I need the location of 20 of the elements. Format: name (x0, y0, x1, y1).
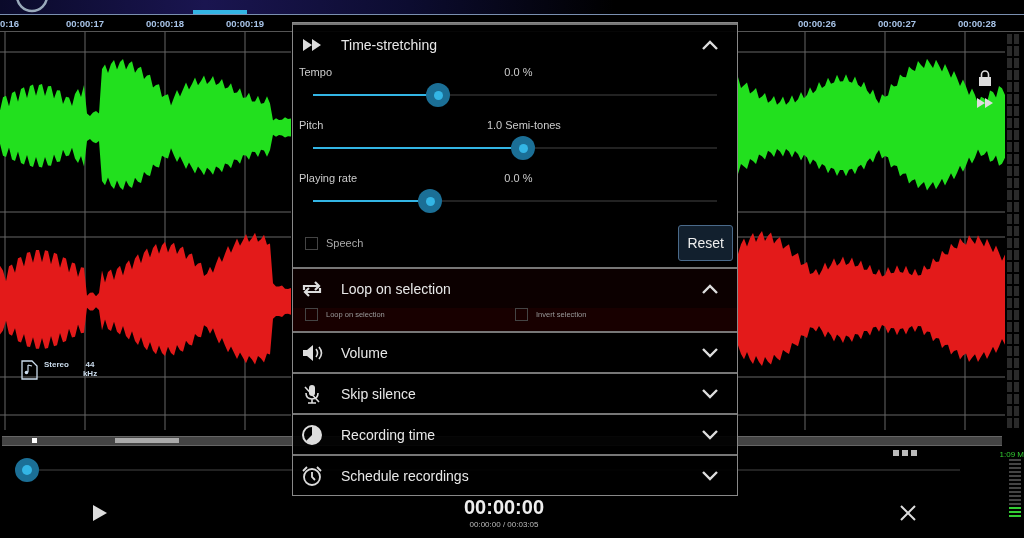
time-detail: 00:00:00 / 00:03:05 (469, 520, 539, 529)
time-label: 00:00:17 (65, 17, 105, 29)
slider-value: 0.0 % (504, 172, 533, 184)
sample-rate-unit: kHz (82, 369, 98, 378)
channel-mode-label: Stereo (44, 360, 69, 369)
elapsed-time: 00:00:00 (463, 496, 545, 519)
time-label: 00:00:27 (877, 17, 917, 29)
time-label: 00:00:19 (225, 17, 265, 29)
slider-label: Playing rate (299, 172, 358, 184)
time-label: 00:00:28 (957, 17, 997, 29)
checkbox-label: Speech (326, 237, 364, 249)
time-label: 00:00:18 (145, 17, 185, 29)
time-label: 0:16 (0, 17, 20, 29)
slider-value: 1.0 Semi-tones (486, 119, 561, 131)
slider-value: 0.0 % (504, 66, 533, 78)
slider-label: Pitch (299, 119, 324, 131)
sample-rate-value: 44 (85, 360, 95, 369)
meter-reading: 1:09 M (999, 450, 1024, 459)
time-label: 00:00:26 (797, 17, 837, 29)
slider-label: Tempo (299, 66, 333, 78)
